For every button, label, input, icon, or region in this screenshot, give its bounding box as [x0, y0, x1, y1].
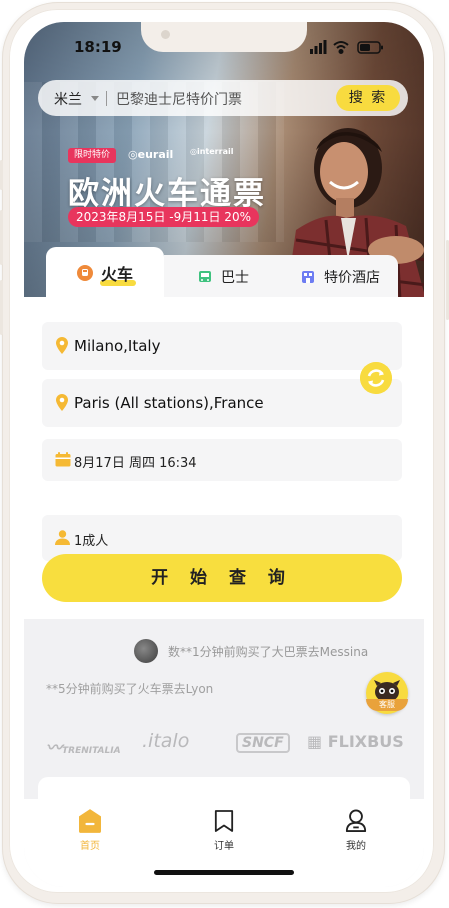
- profile-icon: [345, 809, 367, 832]
- search-bar[interactable]: 米兰 巴黎迪士尼特价门票 搜 索: [38, 80, 408, 116]
- city-selector[interactable]: 米兰: [54, 89, 82, 109]
- search-input[interactable]: 巴黎迪士尼特价门票: [116, 89, 242, 109]
- interrail-logo-text: interrail: [196, 147, 234, 156]
- mode-tabs: 火车 巴士 特价酒店: [46, 247, 398, 299]
- eurail-logo-text: eurail: [137, 148, 174, 161]
- interrail-logo-icon: ◎: [190, 147, 197, 156]
- signal-icon: [310, 40, 327, 54]
- train-icon: [76, 265, 93, 281]
- to-station: Paris (All stations),France: [74, 394, 264, 412]
- purchase-feed-item: **5分钟前购买了火车票去Lyon: [46, 682, 214, 696]
- bus-icon: [199, 271, 211, 282]
- from-station: Milano,Italy: [74, 337, 161, 355]
- location-pin-icon: [56, 394, 68, 411]
- from-field[interactable]: Milano,Italy: [42, 322, 402, 370]
- date-field[interactable]: 8月17日 周四 16:34: [42, 439, 402, 481]
- status-time: 18:19: [74, 38, 122, 56]
- flixbus-mark-icon: ▦: [307, 732, 328, 751]
- tab-train[interactable]: 火车: [46, 247, 164, 299]
- home-icon: [79, 809, 101, 833]
- interrail-logo: ◎interrail: [190, 148, 233, 156]
- italo-logo: .italo: [142, 730, 190, 752]
- phone-notch: [141, 22, 307, 52]
- hotel-icon: [302, 271, 314, 283]
- eurail-logo: ◎eurail: [128, 148, 173, 161]
- calendar-icon: [55, 452, 71, 467]
- divider: [106, 91, 107, 106]
- passenger-count: 1成人: [74, 534, 109, 549]
- partner-logos: 〰TRENITALIA .italo SNCF ▦ FLIXBUS: [24, 722, 424, 762]
- swap-stations-icon[interactable]: [360, 362, 392, 394]
- to-field[interactable]: Paris (All stations),France: [42, 379, 402, 427]
- customer-service-button[interactable]: 客服: [366, 672, 408, 714]
- purchase-feed-item: 数**1分钟前购买了大巴票去Messina: [134, 639, 384, 665]
- purchase-feed-text: 数**1分钟前购买了大巴票去Messina: [168, 645, 369, 659]
- promo-tag: 限时特价: [68, 148, 117, 163]
- battery-icon: [357, 41, 383, 54]
- trenitalia-logo: 〰TRENITALIA: [46, 734, 121, 758]
- trenitalia-logo-text: TRENITALIA: [62, 746, 121, 756]
- status-icons: [310, 40, 383, 54]
- tab-hotel[interactable]: 特价酒店: [282, 255, 398, 299]
- volume-down-button: [0, 280, 3, 335]
- nav-home[interactable]: 首页: [50, 805, 130, 855]
- nav-orders[interactable]: 订单: [184, 805, 264, 855]
- volume-up-button: [0, 210, 3, 265]
- wifi-icon: [333, 41, 349, 54]
- home-indicator[interactable]: [154, 870, 294, 875]
- sncf-logo: SNCF: [236, 733, 290, 753]
- tab-train-label: 火车: [100, 265, 133, 284]
- nav-profile-label: 我的: [346, 841, 366, 852]
- location-pin-icon: [56, 337, 68, 354]
- trenitalia-mark-icon: 〰: [46, 738, 63, 757]
- start-search-button[interactable]: 开 始 查 询: [42, 554, 402, 602]
- tab-bus[interactable]: 巴士: [164, 255, 282, 299]
- customer-service-label: 客服: [366, 699, 408, 711]
- orders-icon: [214, 810, 234, 832]
- flixbus-logo: ▦ FLIXBUS: [307, 732, 404, 751]
- person-icon: [55, 530, 70, 545]
- nav-home-label: 首页: [80, 841, 100, 852]
- tab-hotel-label: 特价酒店: [324, 270, 380, 286]
- avatar: [134, 639, 158, 663]
- search-button[interactable]: 搜 索: [336, 85, 400, 111]
- app-screen: 限时特价 ◎eurail ◎interrail 欧洲火车通票 2023年8月15…: [24, 22, 424, 887]
- mute-switch: [0, 160, 3, 190]
- flixbus-logo-text: FLIXBUS: [327, 732, 404, 751]
- departure-date: 8月17日 周四 16:34: [74, 456, 197, 471]
- chevron-down-icon[interactable]: [91, 96, 99, 101]
- nav-profile[interactable]: 我的: [316, 805, 396, 855]
- promo-date-range: 2023年8月15日 -9月11日 20%: [68, 207, 259, 227]
- tab-bus-label: 巴士: [221, 270, 249, 286]
- nav-orders-label: 订单: [214, 841, 234, 852]
- front-camera: [161, 30, 170, 39]
- eurail-logo-icon: ◎: [128, 148, 138, 161]
